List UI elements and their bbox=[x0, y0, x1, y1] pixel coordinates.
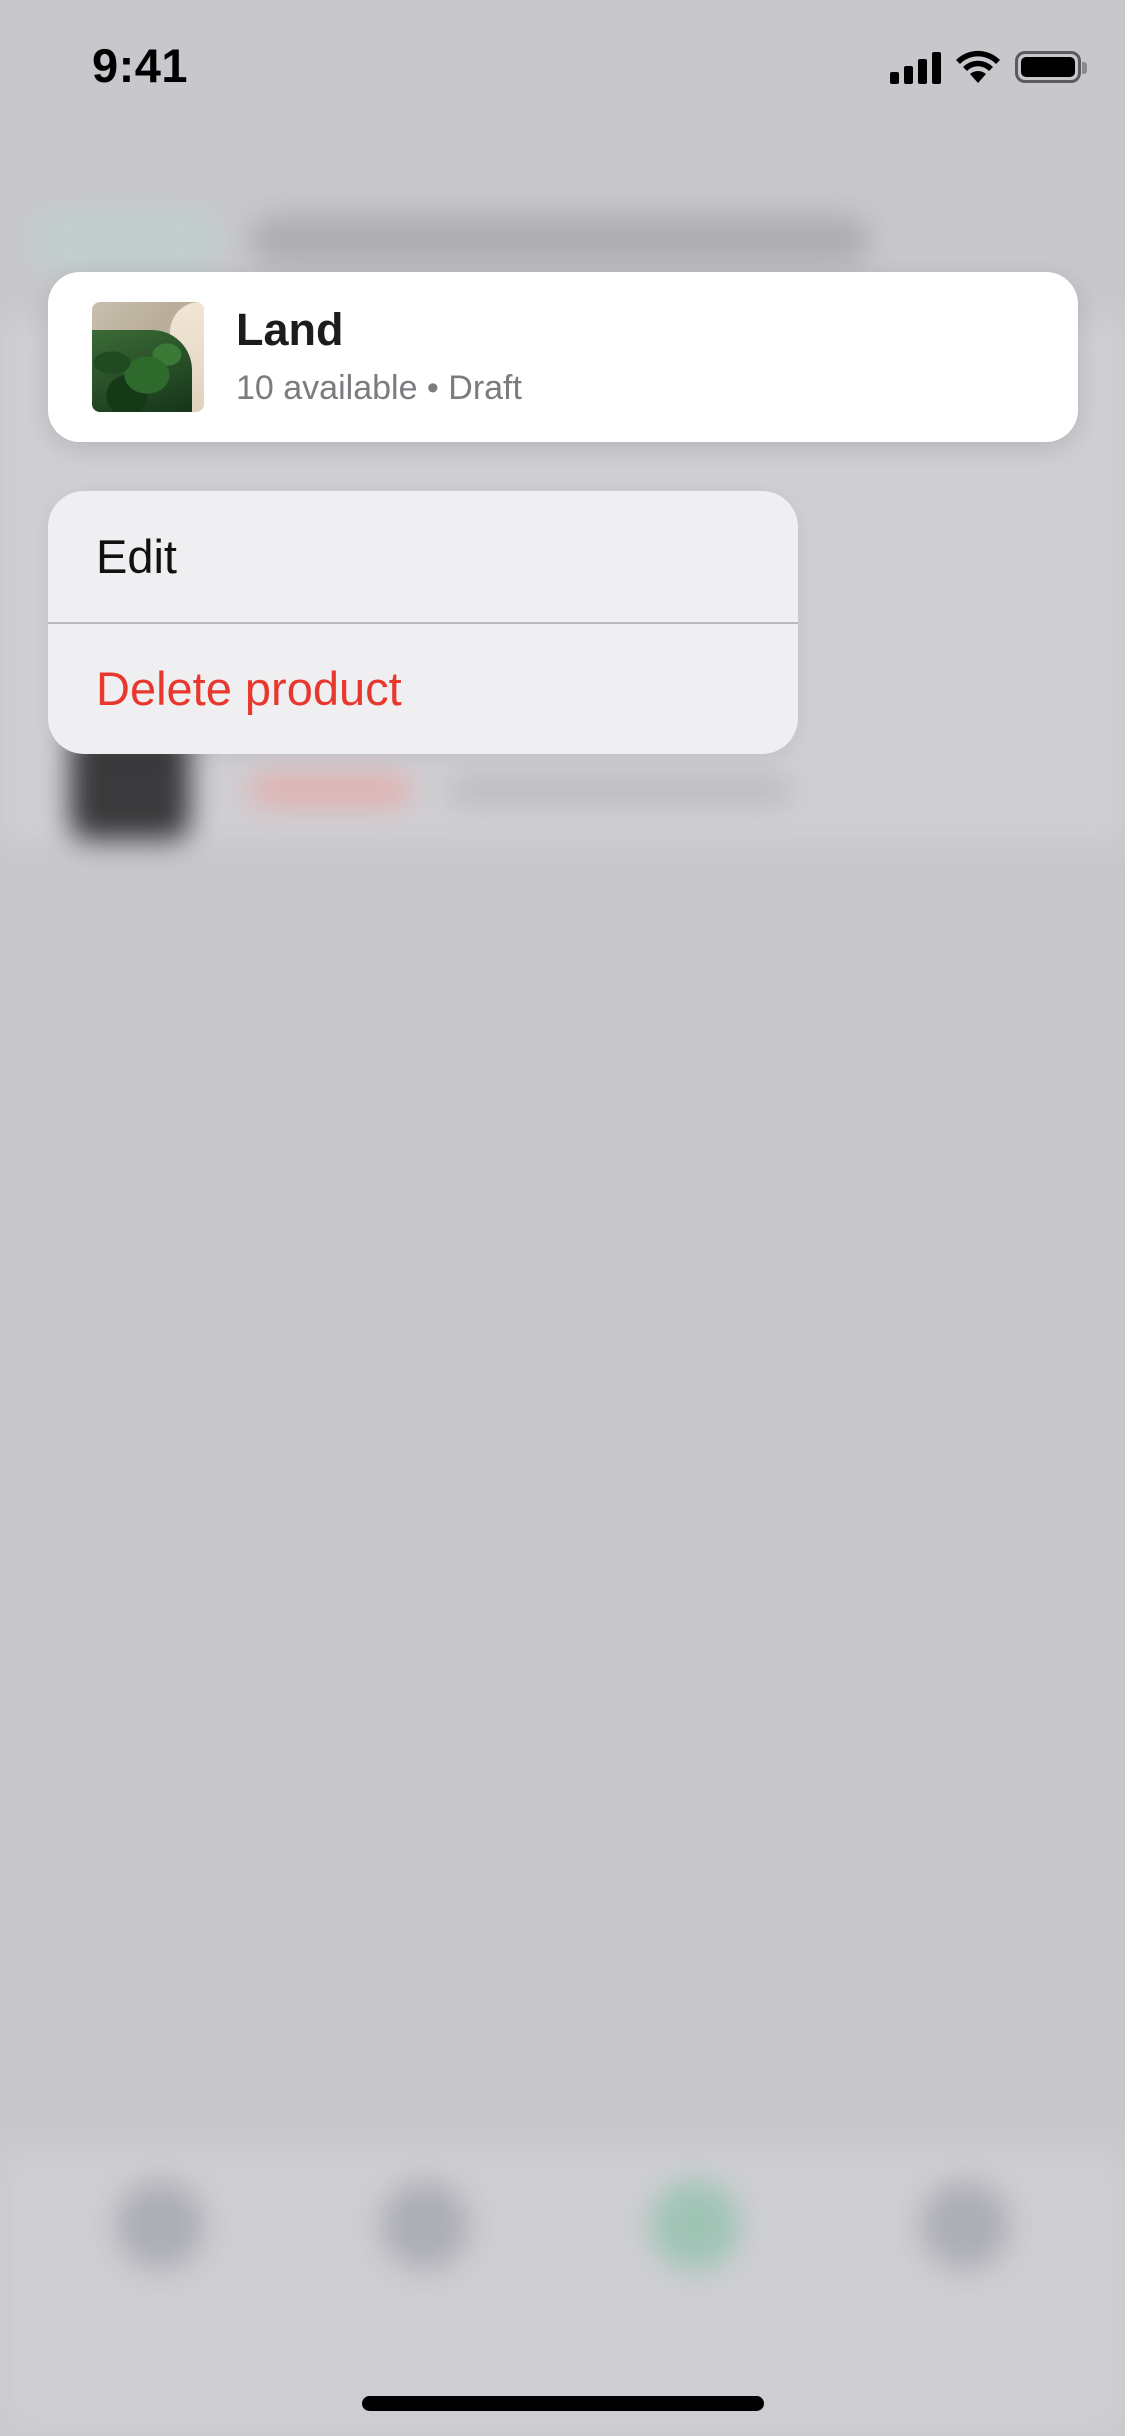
product-thumbnail-image bbox=[92, 302, 204, 412]
delete-product-menu-item[interactable]: Delete product bbox=[48, 623, 798, 754]
product-preview-card[interactable]: Land 10 available • Draft bbox=[48, 272, 1078, 442]
screen: 9:41 Land 10 available • Draft Edit Dele… bbox=[0, 0, 1125, 2436]
context-menu: Edit Delete product bbox=[48, 491, 798, 754]
cellular-signal-icon bbox=[890, 50, 941, 84]
blurred-tab-icon-active bbox=[650, 2180, 740, 2270]
status-icons bbox=[890, 50, 1087, 84]
blurred-tab-icon bbox=[115, 2180, 205, 2270]
home-indicator[interactable] bbox=[362, 2396, 764, 2411]
status-time: 9:41 bbox=[92, 39, 189, 92]
battery-icon bbox=[1015, 51, 1087, 83]
edit-menu-item[interactable]: Edit bbox=[48, 491, 798, 622]
blurred-row-text bbox=[450, 775, 790, 805]
blurred-header-button bbox=[30, 210, 220, 270]
status-bar: 9:41 bbox=[0, 0, 1125, 140]
battery-level-fill bbox=[1021, 57, 1075, 77]
blurred-row-badge bbox=[250, 775, 410, 805]
blurred-header-bar bbox=[250, 215, 870, 265]
product-title: Land bbox=[236, 304, 344, 355]
wifi-icon bbox=[956, 50, 1000, 83]
blurred-tab-icon bbox=[920, 2180, 1010, 2270]
battery-cap bbox=[1082, 62, 1087, 74]
blurred-tab-icon bbox=[380, 2180, 470, 2270]
product-meta: 10 available • Draft bbox=[236, 369, 522, 407]
thumbnail-leaves bbox=[92, 330, 192, 412]
